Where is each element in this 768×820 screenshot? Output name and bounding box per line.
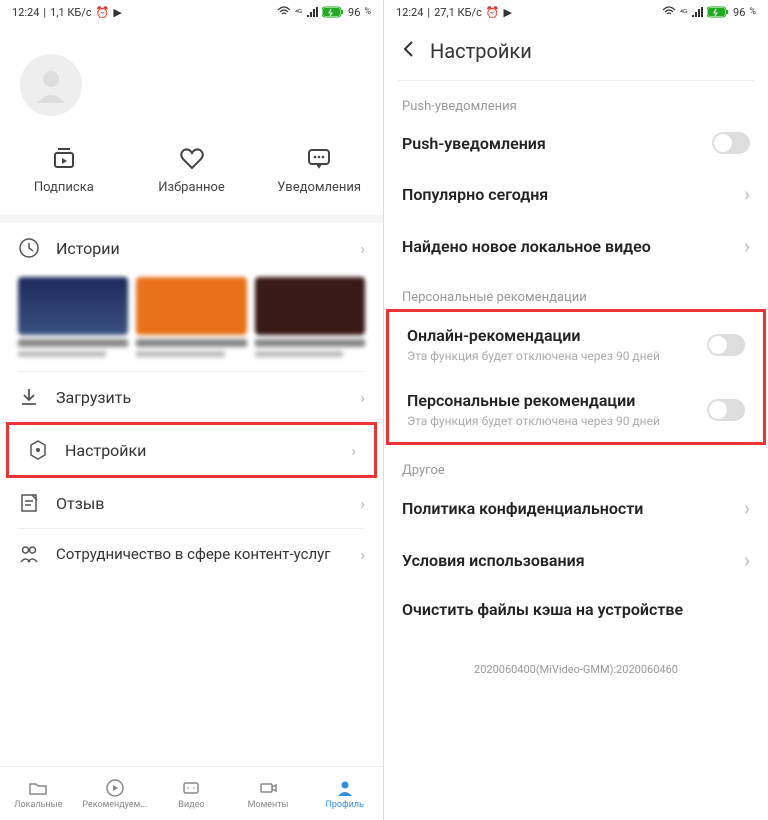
other-section-label: Другое (384, 445, 768, 482)
personal-recommendations-row[interactable]: Персональные рекомендации Эта функция бу… (389, 377, 763, 442)
history-icon (18, 237, 40, 259)
avatar[interactable] (20, 54, 82, 116)
three-actions: Подписка Избранное Уведомления (0, 136, 383, 215)
chevron-right-icon: › (744, 496, 750, 520)
battery-icon (707, 6, 729, 18)
history-row[interactable]: Истории › (0, 223, 383, 273)
chevron-right-icon: › (360, 388, 365, 407)
personal-rec-sub: Эта функция будет отключена через 90 дне… (407, 414, 707, 428)
download-row[interactable]: Загрузить › (0, 372, 383, 422)
feedback-row[interactable]: Отзыв › (0, 478, 383, 528)
nav-local[interactable]: Локальные (0, 767, 77, 820)
terms-title: Условия использования (402, 551, 744, 570)
push-toggle[interactable] (712, 132, 750, 154)
bottom-nav: Локальные Рекомендуем... Видео Моменты П… (0, 766, 383, 820)
profile-header (0, 24, 383, 136)
terms-row[interactable]: Условия использования › (384, 534, 768, 586)
settings-icon (27, 439, 49, 461)
popular-title: Популярно сегодня (402, 185, 744, 204)
nav-recommend[interactable]: Рекомендуем... (77, 767, 154, 820)
feedback-icon (18, 492, 40, 514)
screen-profile: 12:24 | 1,1 КБ/с ⏰ ▶ ⁴ᴳ 96% Подписка (0, 0, 384, 820)
battery-icon (322, 6, 344, 18)
notifications-action[interactable]: Уведомления (255, 144, 383, 195)
youtube-icon: ▶ (113, 6, 121, 19)
nav-video[interactable]: Видео (153, 767, 230, 820)
nav-profile-label: Профиль (325, 800, 363, 810)
download-icon (18, 386, 40, 408)
history-thumbnails[interactable] (0, 273, 383, 371)
status-speed: 27,1 КБ/с (434, 6, 482, 19)
nav-recommend-label: Рекомендуем... (82, 800, 147, 810)
personal-rec-title: Персональные рекомендации (407, 391, 707, 410)
nav-local-label: Локальные (14, 800, 62, 810)
status-bar: 12:24 | 27,1 КБ/с ⏰ ▶ ⁴ᴳ 96% (384, 0, 768, 24)
online-rec-title: Онлайн-рекомендации (407, 326, 707, 345)
youtube-icon: ▶ (504, 6, 512, 19)
subscribe-action[interactable]: Подписка (0, 144, 128, 195)
online-recommendations-row[interactable]: Онлайн-рекомендации Эта функция будет от… (389, 312, 763, 377)
battery-pct: 96 (733, 6, 745, 19)
volte-icon: ⁴ᴳ (680, 8, 687, 17)
notifications-label: Уведомления (277, 180, 361, 195)
signal-icon (691, 7, 703, 17)
battery-pct: 96 (348, 6, 360, 19)
chevron-right-icon: › (744, 548, 750, 572)
push-notifications-row[interactable]: Push-уведомления (384, 118, 768, 168)
partner-row[interactable]: Сотрудничество в сфере контент-услуг › (0, 529, 383, 579)
online-rec-toggle[interactable] (707, 334, 745, 356)
version-text: 2020060400(MiVideo-GMM):2020060460 (384, 633, 768, 696)
nav-moments[interactable]: Моменты (230, 767, 307, 820)
nav-moments-label: Моменты (248, 800, 289, 810)
chevron-right-icon: › (744, 234, 750, 258)
partner-icon (18, 543, 40, 565)
status-time: 12:24 (12, 6, 39, 19)
alarm-icon: ⏰ (96, 6, 110, 19)
popular-today-row[interactable]: Популярно сегодня › (384, 168, 768, 220)
chevron-right-icon: › (360, 494, 365, 513)
chevron-right-icon: › (360, 545, 365, 564)
status-speed: 1,1 КБ/с (50, 6, 92, 19)
alarm-icon: ⏰ (486, 6, 500, 19)
privacy-policy-row[interactable]: Политика конфиденциальности › (384, 482, 768, 534)
chevron-right-icon: › (351, 441, 356, 460)
feedback-label: Отзыв (56, 494, 344, 513)
settings-label: Настройки (65, 441, 335, 460)
push-section-label: Push-уведомления (384, 81, 768, 118)
push-title: Push-уведомления (402, 134, 712, 153)
chevron-right-icon: › (360, 239, 365, 258)
back-button[interactable] (398, 38, 420, 64)
found-local-title: Найдено новое локальное видео (402, 237, 744, 256)
privacy-title: Политика конфиденциальности (402, 499, 744, 518)
online-rec-sub: Эта функция будет отключена через 90 дне… (407, 349, 707, 363)
found-local-row[interactable]: Найдено новое локальное видео › (384, 220, 768, 272)
personal-section-label: Персональные рекомендации (384, 272, 768, 309)
nav-video-label: Видео (178, 800, 204, 810)
partner-label: Сотрудничество в сфере контент-услуг (56, 545, 344, 563)
wifi-icon (662, 6, 676, 18)
settings-header: Настройки (384, 24, 768, 80)
signal-icon (306, 7, 318, 17)
screen-settings: 12:24 | 27,1 КБ/с ⏰ ▶ ⁴ᴳ 96% Настройки P… (384, 0, 768, 820)
clear-cache-title: Очистить файлы кэша на устройстве (402, 600, 750, 619)
wifi-icon (277, 6, 291, 18)
favorites-action[interactable]: Избранное (128, 144, 256, 195)
nav-profile[interactable]: Профиль (306, 767, 383, 820)
history-label: Истории (56, 239, 344, 258)
header-title: Настройки (430, 39, 532, 63)
subscribe-label: Подписка (34, 180, 94, 195)
settings-row[interactable]: Настройки › (9, 425, 374, 475)
chevron-right-icon: › (744, 182, 750, 206)
status-time: 12:24 (396, 6, 423, 19)
status-bar: 12:24 | 1,1 КБ/с ⏰ ▶ ⁴ᴳ 96% (0, 0, 383, 24)
clear-cache-row[interactable]: Очистить файлы кэша на устройстве (384, 586, 768, 633)
personal-rec-toggle[interactable] (707, 399, 745, 421)
favorites-label: Избранное (158, 180, 225, 195)
download-label: Загрузить (56, 388, 344, 407)
volte-icon: ⁴ᴳ (295, 8, 302, 17)
